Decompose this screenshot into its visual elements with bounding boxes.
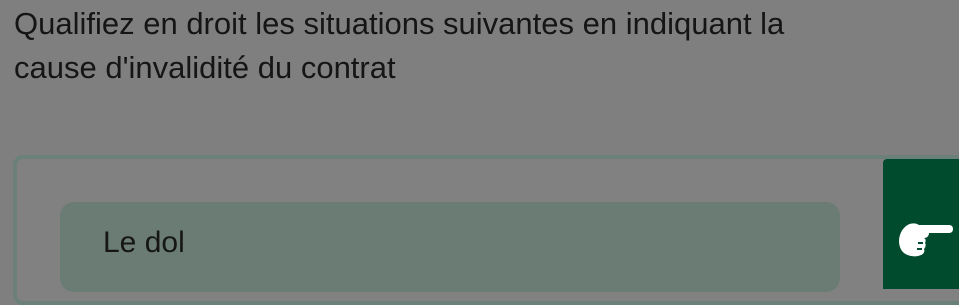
answer-option-label: Le dol <box>103 226 185 259</box>
question-text: Qualifiez en droit les situations suivan… <box>14 2 959 90</box>
question-line-1: Qualifiez en droit les situations suivan… <box>14 6 785 41</box>
question-line-2: cause d'invalidité du contrat <box>14 50 396 85</box>
pointing-hand-icon <box>899 223 953 257</box>
validate-button[interactable] <box>883 159 959 289</box>
answer-option-le-dol[interactable]: Le dol <box>60 202 840 292</box>
